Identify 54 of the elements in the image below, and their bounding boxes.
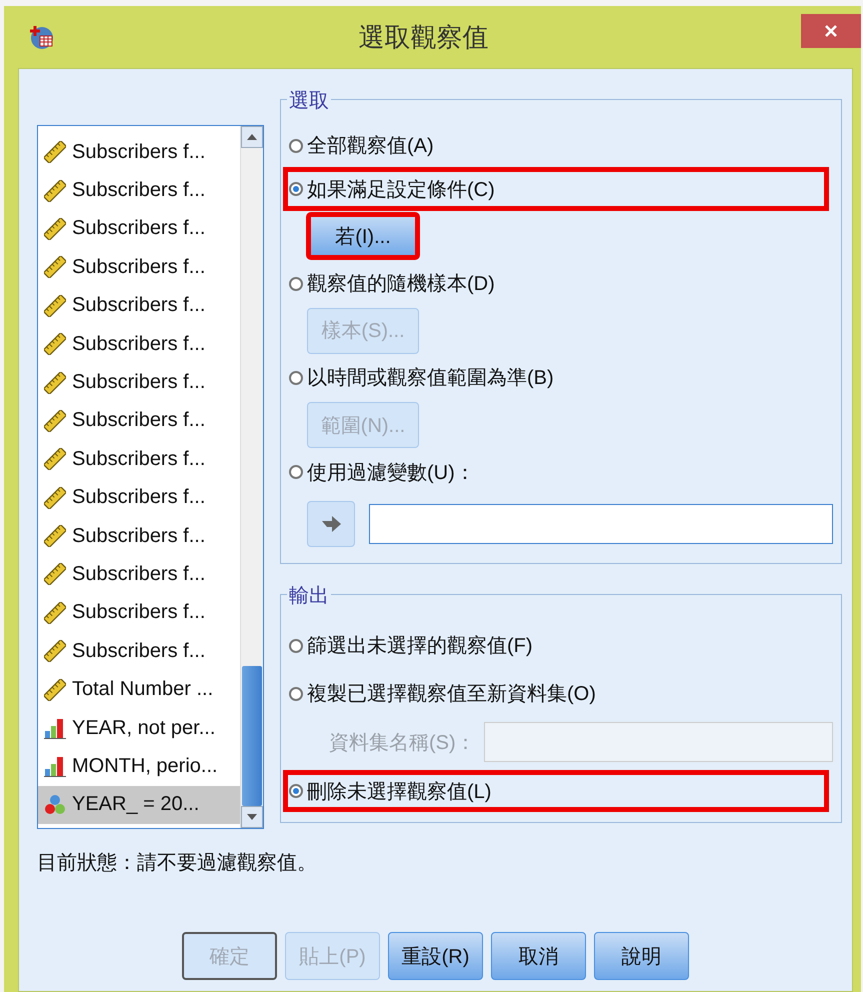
radio-option[interactable]: 觀察值的隨機樣本(D) [307, 270, 495, 298]
radio-button[interactable] [289, 638, 303, 653]
variable-item[interactable]: Subscribers f... [38, 363, 240, 402]
variable-item[interactable]: Subscribers f... [38, 210, 240, 248]
radio-option[interactable]: 刪除未選擇觀察值(L) [307, 778, 492, 805]
variable-item[interactable]: Subscribers f... [38, 440, 240, 479]
radio-button[interactable] [289, 465, 303, 480]
variable-item[interactable]: Subscribers f... [38, 594, 240, 632]
variable-item[interactable]: Subscribers f... [38, 248, 240, 287]
radio-option[interactable]: 全部觀察值(A) [307, 132, 434, 160]
variable-item[interactable]: Subscribers f... [38, 516, 240, 556]
radio-button[interactable] [289, 276, 303, 291]
bar-chart-icon [44, 717, 66, 740]
circles-icon [44, 794, 66, 816]
variable-item[interactable]: Subscribers f... [38, 286, 240, 325]
radio-option[interactable]: 複製已選擇觀察值至新資料集(O) [307, 680, 596, 708]
dataset-name-label: 資料集名稱(S)： [329, 730, 476, 756]
variable-item[interactable]: YEAR_ = 20... [38, 786, 240, 824]
radio-option[interactable]: 以時間或觀察值範圍為準(B) [307, 364, 554, 392]
variable-item[interactable]: Subscribers f... [38, 555, 240, 594]
dialog-button[interactable]: 重設(R) [388, 932, 483, 980]
scroll-thumb[interactable] [242, 666, 262, 806]
radio-option[interactable]: 使用過濾變數(U)： [307, 458, 475, 486]
variable-item[interactable]: Subscribers f... [38, 402, 240, 440]
variable-item[interactable]: MONTH, perio... [38, 747, 240, 786]
close-button[interactable] [801, 14, 861, 48]
scroll-down-icon [247, 814, 257, 820]
radio-option[interactable]: 如果滿足設定條件(C) [307, 176, 495, 203]
window-title: 選取觀察值 [358, 20, 490, 54]
filter-variable-field[interactable] [369, 504, 833, 544]
bar-chart-icon [44, 755, 66, 778]
option-button[interactable]: 若(I)... [307, 213, 419, 260]
dialog-button[interactable]: 取消 [491, 932, 586, 980]
variable-item[interactable]: Subscribers f... [38, 171, 240, 210]
move-button[interactable] [307, 500, 355, 547]
variable-item[interactable]: Subscribers f... [38, 632, 240, 670]
variable-item[interactable]: Subscribers f... [38, 478, 240, 517]
radio-button[interactable] [289, 686, 303, 701]
radio-option[interactable]: 篩選出未選擇的觀察值(F) [307, 632, 533, 660]
scrollbar[interactable] [240, 126, 263, 828]
radio-button[interactable] [289, 784, 303, 798]
variable-item[interactable]: YEAR, not per... [38, 708, 240, 748]
variable-item[interactable]: Total Number ... [38, 670, 240, 709]
close-icon [823, 23, 839, 39]
app-icon [28, 24, 54, 50]
radio-button[interactable] [289, 370, 303, 385]
radio-button[interactable] [289, 138, 303, 153]
radio-button[interactable] [289, 182, 303, 196]
arrow-icon [320, 514, 342, 533]
dialog-button[interactable]: 說明 [594, 932, 689, 980]
variable-item[interactable]: Subscribers f... [38, 133, 240, 172]
variable-item[interactable]: Subscribers f... [38, 324, 240, 364]
scroll-up-icon [247, 134, 257, 140]
status-text: 目前狀態：請不要過濾觀察值。 [36, 851, 318, 876]
